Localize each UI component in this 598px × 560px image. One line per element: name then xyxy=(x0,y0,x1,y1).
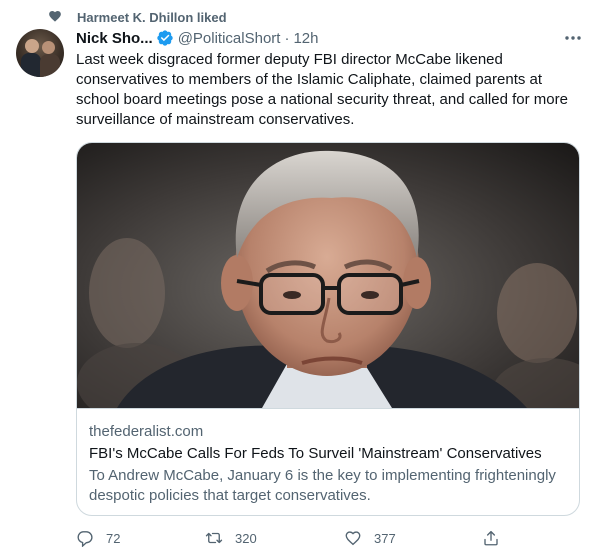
tweet-actions: 72 320 377 xyxy=(76,529,506,549)
heart-outline-icon xyxy=(345,531,361,546)
share-button[interactable] xyxy=(482,529,500,547)
separator-dot: · xyxy=(284,29,290,47)
reply-icon xyxy=(77,531,93,547)
social-context: Harmeet K. Dhillon liked xyxy=(46,8,227,26)
card-meta[interactable]: thefederalist.com FBI's McCabe Calls For… xyxy=(77,408,579,515)
author-name[interactable]: Nick Sho... xyxy=(76,30,153,47)
liked-by-text[interactable]: Harmeet K. Dhillon liked xyxy=(77,10,227,25)
reply-count: 72 xyxy=(106,530,121,546)
link-card[interactable]: thefederalist.com FBI's McCabe Calls For… xyxy=(76,142,580,516)
author-handle[interactable]: @PoliticalShort xyxy=(178,30,281,47)
retweet-button[interactable]: 320 xyxy=(205,529,257,547)
tweet-text: Last week disgraced former deputy FBI di… xyxy=(76,51,568,128)
retweet-icon xyxy=(205,532,223,544)
tweet-header: Nick Sho... @PoliticalShort · 12h xyxy=(76,28,319,48)
verified-badge-icon xyxy=(157,30,173,46)
card-image[interactable] xyxy=(77,143,579,408)
timestamp[interactable]: 12h xyxy=(293,30,318,47)
card-description: To Andrew McCabe, January 6 is the key t… xyxy=(89,467,556,504)
avatar[interactable] xyxy=(16,29,64,77)
reply-button[interactable]: 72 xyxy=(76,529,120,547)
heart-icon xyxy=(49,10,61,22)
retweet-count: 320 xyxy=(235,530,257,546)
like-button[interactable]: 377 xyxy=(344,529,396,547)
more-options-icon[interactable] xyxy=(563,30,583,46)
like-count: 377 xyxy=(374,530,396,546)
share-icon xyxy=(484,530,498,546)
card-title: FBI's McCabe Calls For Feds To Surveil '… xyxy=(89,445,542,462)
card-domain: thefederalist.com xyxy=(89,423,204,440)
